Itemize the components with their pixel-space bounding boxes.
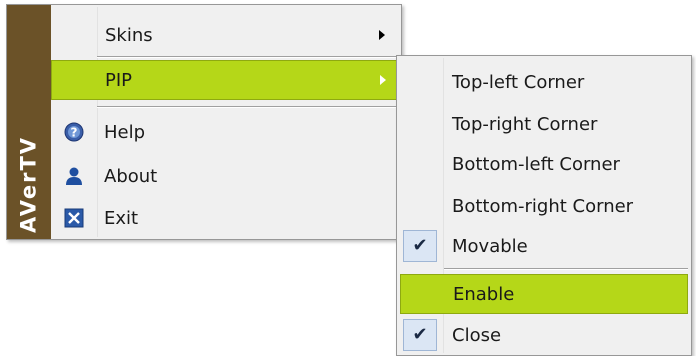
submenu-arrow-icon [379,30,385,40]
menu-item-label: Help [104,121,146,143]
brand-strip: AVerTV [7,5,51,239]
check-icon: ✔ [403,319,437,351]
menu-item-label: Skins [105,24,153,46]
menu-item-label: Top-left Corner [452,71,585,93]
help-icon: ? [63,121,85,143]
menu-item-bottom-right-corner[interactable]: Bottom-right Corner [399,186,689,226]
menu-item-label: PIP [105,69,133,91]
menu-item-label: About [104,165,158,187]
menu-item-top-right-corner[interactable]: Top-right Corner [399,104,689,144]
close-icon [63,207,85,229]
menu-separator [97,56,397,58]
menu-item-label: Close [452,324,502,346]
menu-item-label: Enable [453,283,515,305]
menu-separator [444,268,688,270]
menu-item-top-left-corner[interactable]: Top-left Corner [399,62,689,102]
user-icon [63,165,85,187]
menu-item-label: Movable [452,235,528,257]
check-icon: ✔ [403,230,437,262]
menu-item-label: Bottom-right Corner [452,195,634,217]
submenu-arrow-icon [380,75,386,85]
pip-submenu: Top-left Corner Top-right Corner Bottom-… [396,55,692,356]
menu-item-movable[interactable]: ✔ Movable [399,226,689,266]
svg-text:?: ? [71,126,78,140]
context-menu: AVerTV Skins PIP ? Help About Exit [6,4,402,240]
menu-item-close[interactable]: ✔ Close [399,315,689,355]
menu-separator [97,106,397,108]
menu-item-bottom-left-corner[interactable]: Bottom-left Corner [399,144,689,184]
menu-item-help[interactable]: ? Help [51,112,399,152]
menu-item-exit[interactable]: Exit [51,198,399,238]
brand-label: AVerTV [16,135,41,234]
menu-item-pip[interactable]: PIP [51,60,399,100]
menu-item-enable[interactable]: Enable [400,274,688,314]
menu-item-label: Exit [104,207,139,229]
menu-item-about[interactable]: About [51,156,399,196]
menu-item-skins[interactable]: Skins [97,15,399,55]
menu-item-label: Top-right Corner [452,113,598,135]
menu-item-label: Bottom-left Corner [452,153,620,175]
